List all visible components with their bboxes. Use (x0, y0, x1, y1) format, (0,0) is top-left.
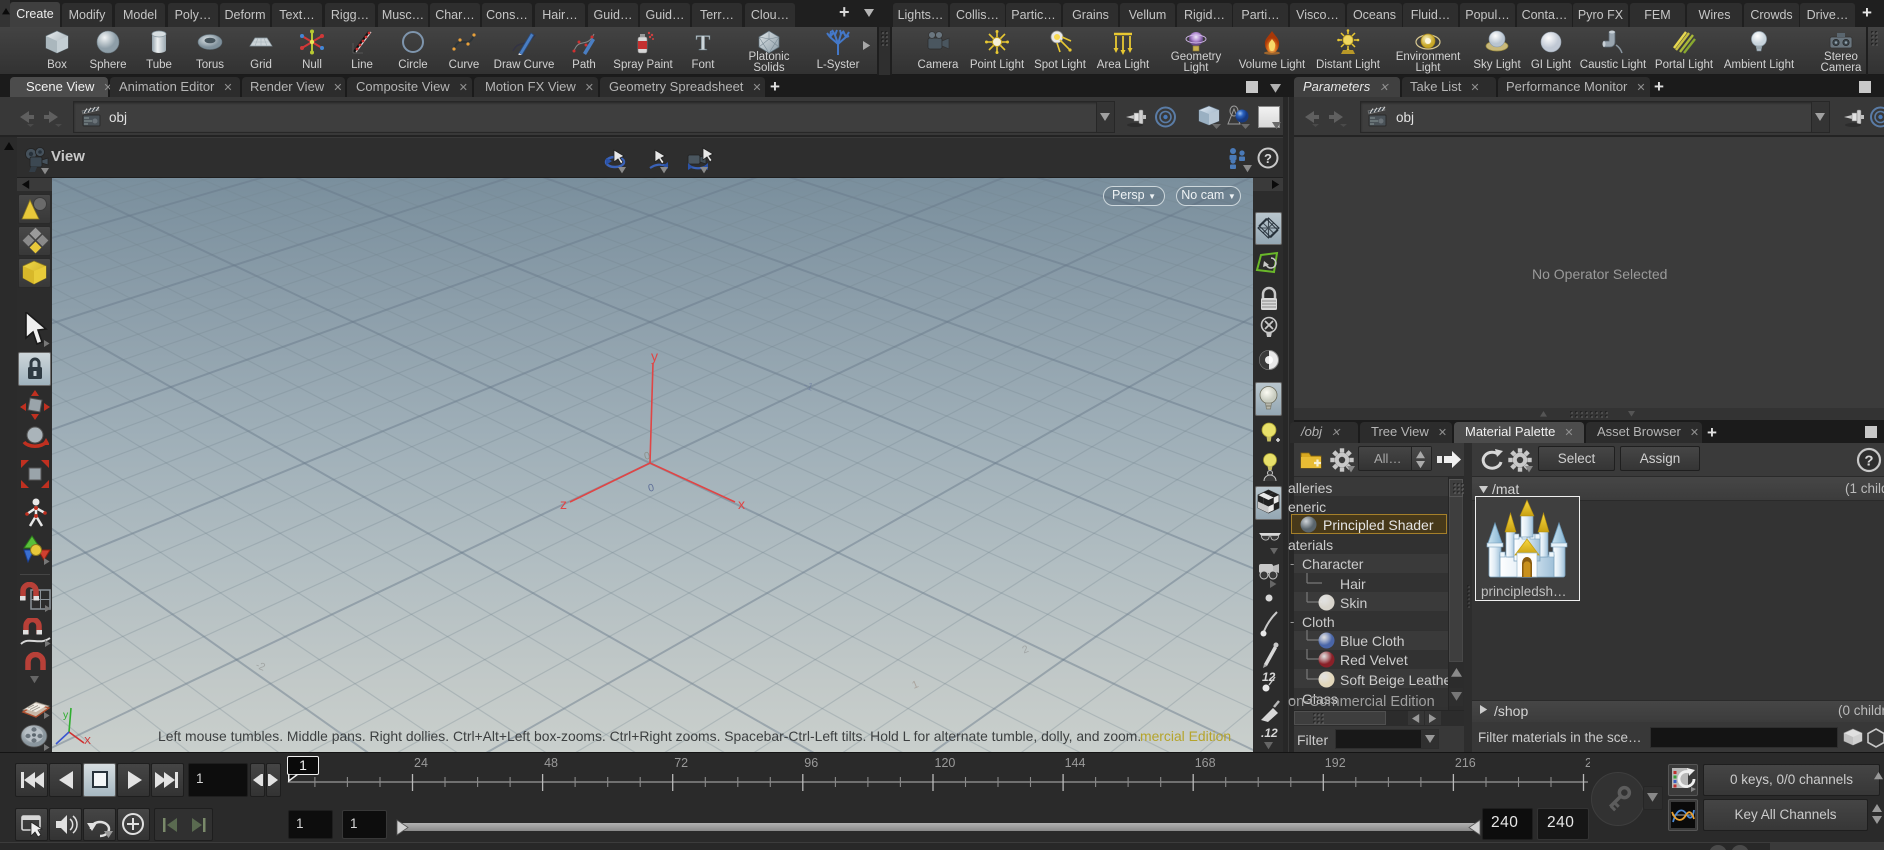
svg-text:240: 240 (1585, 756, 1590, 770)
svg-text:X: X (84, 735, 91, 747)
svg-text:z: z (560, 496, 567, 512)
svg-text:216: 216 (1455, 756, 1476, 770)
svg-text:24: 24 (414, 756, 428, 770)
svg-text:168: 168 (1195, 756, 1216, 770)
svg-text:?: ? (1864, 453, 1873, 470)
svg-text:96: 96 (804, 756, 818, 770)
svg-text:1: 1 (910, 678, 920, 691)
svg-text:y: y (651, 348, 658, 364)
svg-text:48: 48 (544, 756, 558, 770)
svg-text:y: y (63, 709, 69, 721)
svg-text:72: 72 (674, 756, 688, 770)
svg-text:144: 144 (1065, 756, 1086, 770)
svg-text:?: ? (1264, 151, 1272, 166)
svg-text:T: T (696, 30, 711, 55)
svg-text:12: 12 (1262, 670, 1276, 684)
svg-text:.12: .12 (1261, 726, 1278, 740)
svg-text:2: 2 (1020, 643, 1030, 656)
svg-text:192: 192 (1325, 756, 1346, 770)
svg-text:0: 0 (647, 482, 656, 495)
svg-text:-1: -1 (802, 379, 815, 394)
svg-text:-2: -2 (254, 659, 267, 674)
svg-text:120: 120 (935, 756, 956, 770)
svg-text:x: x (738, 496, 745, 512)
